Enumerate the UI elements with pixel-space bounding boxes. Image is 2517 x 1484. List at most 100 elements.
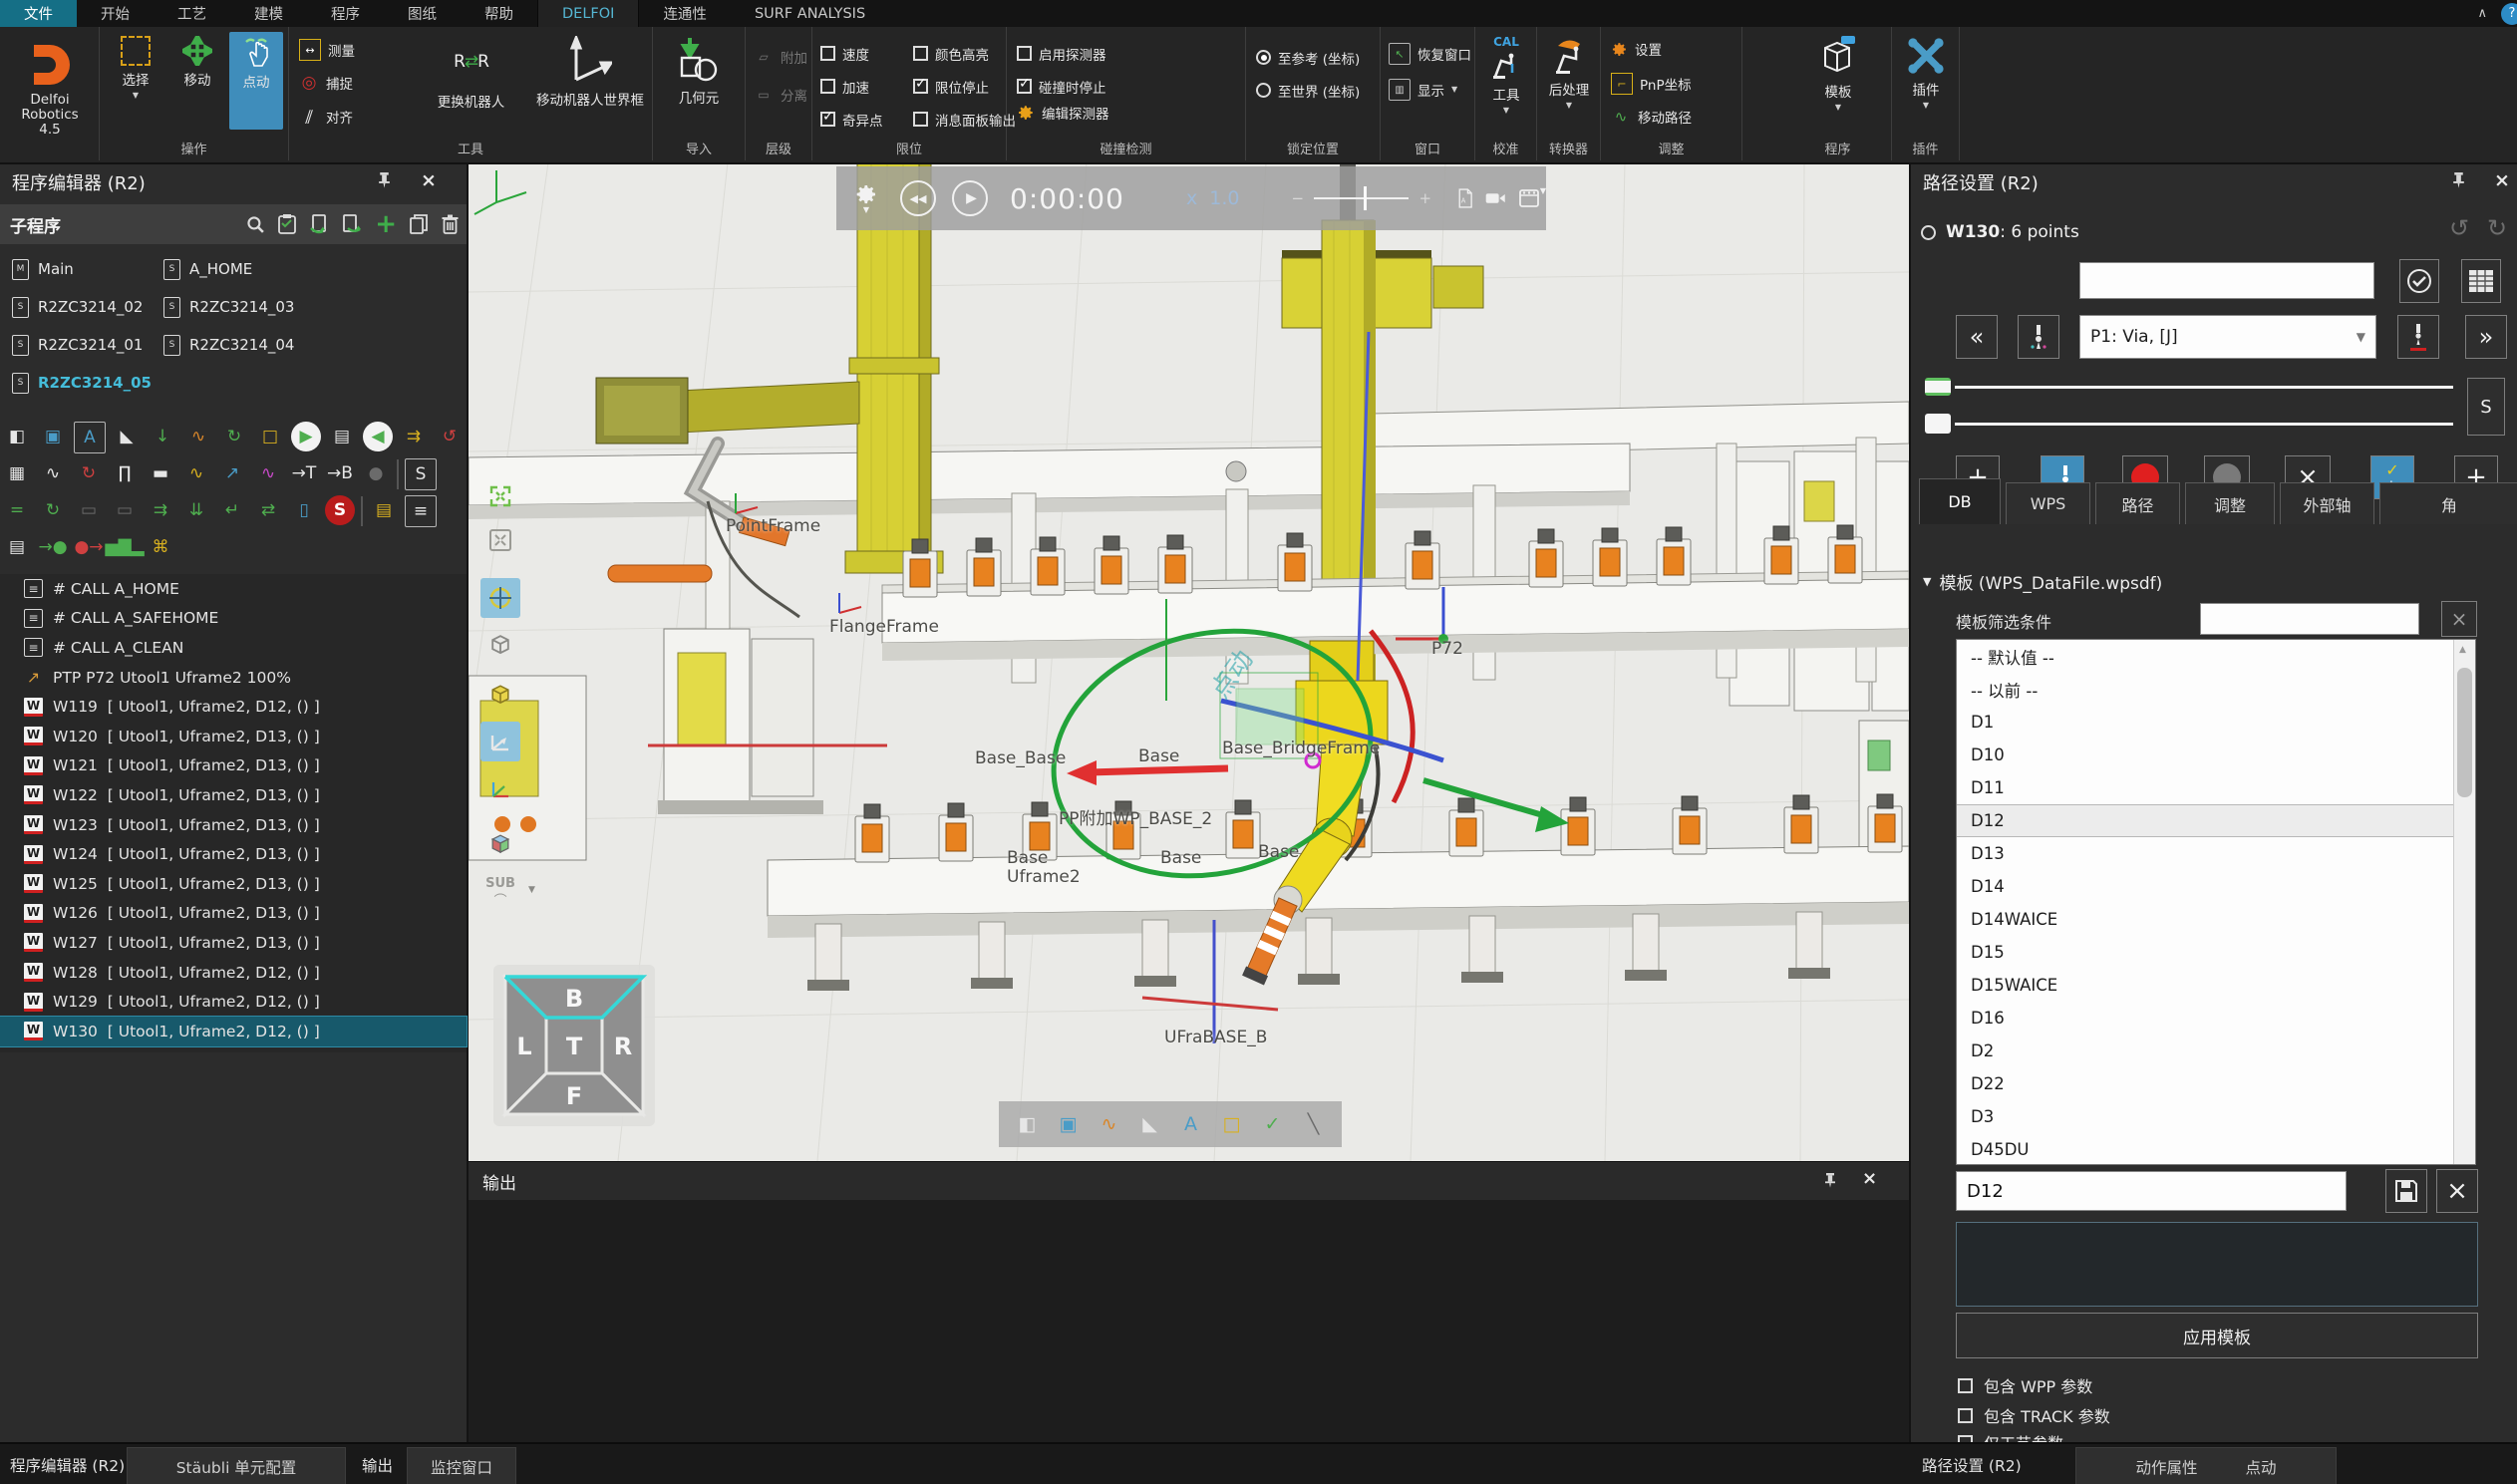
limit-option[interactable]: 速度 xyxy=(820,37,913,70)
path-radio[interactable] xyxy=(1921,225,1936,240)
settings-button[interactable]: 设置 xyxy=(1611,39,1662,59)
template-item[interactable]: D14WAICE xyxy=(1957,903,2475,936)
path-position-slider[interactable] xyxy=(1925,378,2453,396)
pnp-button[interactable]: ⌐PnP坐标 xyxy=(1611,73,1692,95)
checkbox[interactable] xyxy=(820,46,835,61)
input-signal-icon[interactable]: →● xyxy=(38,532,68,562)
return-icon[interactable]: ↵ xyxy=(217,495,247,525)
play-button[interactable]: ▶ xyxy=(952,180,988,216)
close-icon[interactable]: × xyxy=(1862,1168,1877,1189)
wireframe-cube-icon[interactable] xyxy=(480,624,520,664)
to-base-icon[interactable]: →B xyxy=(325,458,355,488)
move-path-button[interactable]: ∿移动路径 xyxy=(1611,107,1692,127)
viewport-3d[interactable]: 点动 PointFrameFlangeFrameP72Base_BaseBase… xyxy=(469,162,1909,1161)
statement-row[interactable]: W119 [ Utool1, Uframe2, D12, () ] xyxy=(0,692,467,722)
confirm-point-button[interactable] xyxy=(2399,259,2439,303)
subprogram-item[interactable]: S A_HOME xyxy=(163,259,461,280)
statement-row[interactable]: PTP P72 Utool1 Uframe2 100% xyxy=(0,663,467,693)
limit-option[interactable]: 加速 xyxy=(820,70,913,103)
insert-point-icon[interactable]: ↓ xyxy=(148,422,177,451)
rewind-button[interactable]: ◀◀ xyxy=(900,180,936,216)
square-wave-icon[interactable]: ∏ xyxy=(110,458,140,488)
select-button[interactable]: 选择▼ xyxy=(106,32,165,100)
print-icon[interactable]: ▤ xyxy=(2,532,32,562)
align-points-icon[interactable]: = xyxy=(2,495,32,525)
statement-row[interactable]: W124 [ Utool1, Uframe2, D13, () ] xyxy=(0,839,467,869)
program-call-icon[interactable]: ▣ xyxy=(38,422,68,451)
statement-row[interactable]: W122 [ Utool1, Uframe2, D13, () ] xyxy=(0,780,467,810)
template-item[interactable]: D3 xyxy=(1957,1100,2475,1133)
run-settings-icon[interactable]: ▤ xyxy=(327,422,357,451)
orientation-cube-icon[interactable]: ▼ xyxy=(480,823,520,863)
statement-row[interactable]: # CALL A_CLEAN xyxy=(0,633,467,663)
limit-option[interactable]: 奇异点 xyxy=(820,103,913,136)
render-mode-icon[interactable]: ▼ xyxy=(480,674,520,714)
template-description-textarea[interactable] xyxy=(1956,1222,2478,1307)
statement-row[interactable]: W129 [ Utool1, Uframe2, D12, () ] xyxy=(0,987,467,1017)
save-template-button[interactable] xyxy=(2385,1169,2427,1213)
path-visibility-icon[interactable]: ∿ xyxy=(1095,1109,1124,1139)
subprogram-item[interactable]: S R2ZC3214_01 xyxy=(12,335,163,356)
template-item[interactable]: D1 xyxy=(1957,706,2475,739)
delete-icon[interactable] xyxy=(442,214,459,234)
checkbox[interactable] xyxy=(913,112,928,127)
template-option[interactable]: 包含 TRACK 参数 xyxy=(1958,1403,2110,1427)
template-item[interactable]: D45DU xyxy=(1957,1133,2475,1165)
move-button[interactable]: 移动 xyxy=(169,32,225,89)
move-robot-world-button[interactable]: 移动机器人世界框 xyxy=(530,32,650,109)
template-item[interactable]: D12 xyxy=(1957,804,2475,837)
tab-path[interactable]: 路径 xyxy=(2095,482,2180,524)
statement-row[interactable]: W121 [ Utool1, Uframe2, D13, () ] xyxy=(0,751,467,781)
tab-adjust[interactable]: 调整 xyxy=(2185,482,2275,524)
tab-motion-properties[interactable]: 动作属性 xyxy=(2135,1456,2197,1478)
subprogram-item[interactable]: M Main xyxy=(12,259,163,280)
robot-visibility-icon[interactable]: ╲ xyxy=(1299,1109,1329,1139)
sub-view-button[interactable]: SUB⌒ xyxy=(480,873,520,913)
rotate-cw-icon[interactable]: ↻ xyxy=(74,458,104,488)
limit-option[interactable]: 颜色高亮 xyxy=(913,37,1006,70)
reverse-loop-icon[interactable]: ↻ xyxy=(38,495,68,525)
post-process-button[interactable]: 后处理▼ xyxy=(1540,32,1598,110)
subprogram-doc-icon[interactable]: S xyxy=(405,458,437,490)
pin-icon[interactable] xyxy=(1822,1172,1838,1188)
radio[interactable] xyxy=(1256,50,1271,65)
weld-point-tool-icon[interactable]: ◧ xyxy=(2,422,32,451)
merge-icon[interactable]: ⇊ xyxy=(181,495,211,525)
plugins-button[interactable]: 插件▼ xyxy=(1898,32,1954,110)
geometry-button[interactable]: 几何元 xyxy=(667,32,731,107)
snap-button[interactable]: ◎捕捉 xyxy=(299,73,353,93)
menu-item[interactable]: 帮助 xyxy=(461,0,537,27)
rotate-ccw-icon[interactable]: ↺ xyxy=(435,422,465,451)
chart-visibility-icon[interactable]: ◣ xyxy=(1135,1109,1165,1139)
wait-icon[interactable]: ▯ xyxy=(289,495,319,525)
program-visibility-icon[interactable]: ▣ xyxy=(1054,1109,1084,1139)
statement-row[interactable]: # CALL A_HOME xyxy=(0,574,467,604)
chart-icon[interactable]: ▅▇▂ xyxy=(110,532,140,562)
record-video-icon[interactable] xyxy=(1485,188,1505,208)
subprogram-item[interactable]: S R2ZC3214_02 xyxy=(12,297,163,318)
clipboard-icon[interactable]: ▤ xyxy=(369,495,399,525)
playback-settings-button[interactable]: ▼ xyxy=(854,182,878,214)
checks-visibility-icon[interactable]: ✓ xyxy=(1258,1109,1288,1139)
stop-icon[interactable]: S xyxy=(325,495,355,525)
limit-option[interactable]: 消息面板输出 xyxy=(913,103,1006,136)
template-item[interactable]: D14 xyxy=(1957,870,2475,903)
lock-option[interactable]: 至参考 (坐标) xyxy=(1256,41,1360,74)
checklist-icon[interactable] xyxy=(278,214,296,234)
point-position-slider[interactable] xyxy=(1925,414,2453,434)
search-icon[interactable] xyxy=(246,215,265,234)
film-export-icon[interactable]: ▼ xyxy=(1518,187,1546,209)
point-select-dropdown[interactable]: P1: Via, [J] ▼ xyxy=(2079,315,2376,359)
collision-option[interactable]: 启用探测器 xyxy=(1017,37,1106,70)
checkbox[interactable] xyxy=(1958,1378,1973,1393)
template-filter-input[interactable] xyxy=(2200,603,2419,635)
folder-icon[interactable]: ▬ xyxy=(146,458,175,488)
next-point-button[interactable]: » xyxy=(2465,315,2507,359)
add-program-icon[interactable]: + xyxy=(375,214,397,234)
limit-option[interactable]: 限位停止 xyxy=(913,70,1006,103)
clear-filter-button[interactable]: × xyxy=(2441,601,2477,637)
menu-item[interactable]: 图纸 xyxy=(384,0,461,27)
statement-row[interactable]: W128 [ Utool1, Uframe2, D12, () ] xyxy=(0,958,467,988)
attach-icon[interactable]: ▭ xyxy=(74,495,104,525)
attach-button[interactable]: ▱附加 xyxy=(754,47,807,67)
